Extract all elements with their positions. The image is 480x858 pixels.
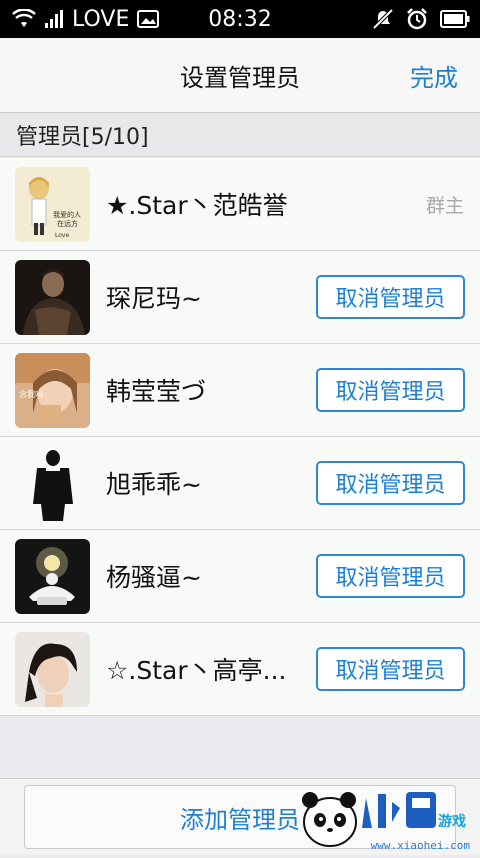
cancel-admin-button[interactable]: 取消管理员 [316, 461, 465, 505]
cancel-admin-button[interactable]: 取消管理员 [316, 554, 465, 598]
cancel-admin-button[interactable]: 取消管理员 [316, 368, 465, 412]
page-title: 设置管理员 [180, 63, 300, 92]
nav-bar: 设置管理员 完成 [0, 38, 480, 113]
avatar[interactable] [15, 260, 90, 335]
svg-text:我爱的人: 我爱的人 [53, 210, 81, 219]
admin-list: 我爱的人 在远方 Love ★.Star丶范皓誉 群主 琛尼玛~ 取消管理员 念… [0, 158, 480, 716]
avatar[interactable] [15, 446, 90, 521]
member-name: 琛尼玛~ [106, 284, 202, 313]
member-name: ☆.Star丶高亭... [106, 656, 287, 685]
avatar[interactable]: 我爱的人 在远方 Love [15, 167, 90, 242]
status-right [372, 0, 470, 38]
owner-badge: 群主 [425, 194, 464, 217]
done-button[interactable]: 完成 [410, 38, 458, 112]
list-item: 念我吗 韩莹莹づ 取消管理员 [0, 344, 480, 437]
svg-text:在远方: 在远方 [57, 219, 78, 228]
status-bar: LOVE 08:32 [0, 0, 480, 38]
member-name: 旭乖乖~ [106, 470, 202, 499]
svg-text:Love: Love [55, 232, 69, 239]
alarm-icon [406, 8, 428, 30]
list-item: 杨骚逼~ 取消管理员 [0, 530, 480, 623]
avatar[interactable] [15, 632, 90, 707]
member-name: 韩莹莹づ [106, 377, 207, 406]
member-name: 杨骚逼~ [106, 563, 202, 592]
cancel-admin-button[interactable]: 取消管理员 [316, 647, 465, 691]
cancel-admin-button[interactable]: 取消管理员 [316, 275, 465, 319]
battery-icon [440, 10, 470, 28]
member-name: ★.Star丶范皓誉 [106, 191, 288, 220]
list-item: 旭乖乖~ 取消管理员 [0, 437, 480, 530]
site-watermark: 游戏 www.xiaohei.com [288, 782, 480, 854]
list-item: 我爱的人 在远方 Love ★.Star丶范皓誉 群主 [0, 158, 480, 251]
svg-text:念我吗: 念我吗 [19, 389, 43, 399]
list-item: ☆.Star丶高亭... 取消管理员 [0, 623, 480, 716]
svg-text:游戏: 游戏 [438, 813, 466, 830]
mute-icon [372, 8, 394, 30]
admin-count-header: 管理员[5/10] [0, 113, 480, 157]
watermark-url: www.xiaohei.com [370, 839, 470, 852]
list-item: 琛尼玛~ 取消管理员 [0, 251, 480, 344]
avatar[interactable] [15, 539, 90, 614]
avatar[interactable]: 念我吗 [15, 353, 90, 428]
